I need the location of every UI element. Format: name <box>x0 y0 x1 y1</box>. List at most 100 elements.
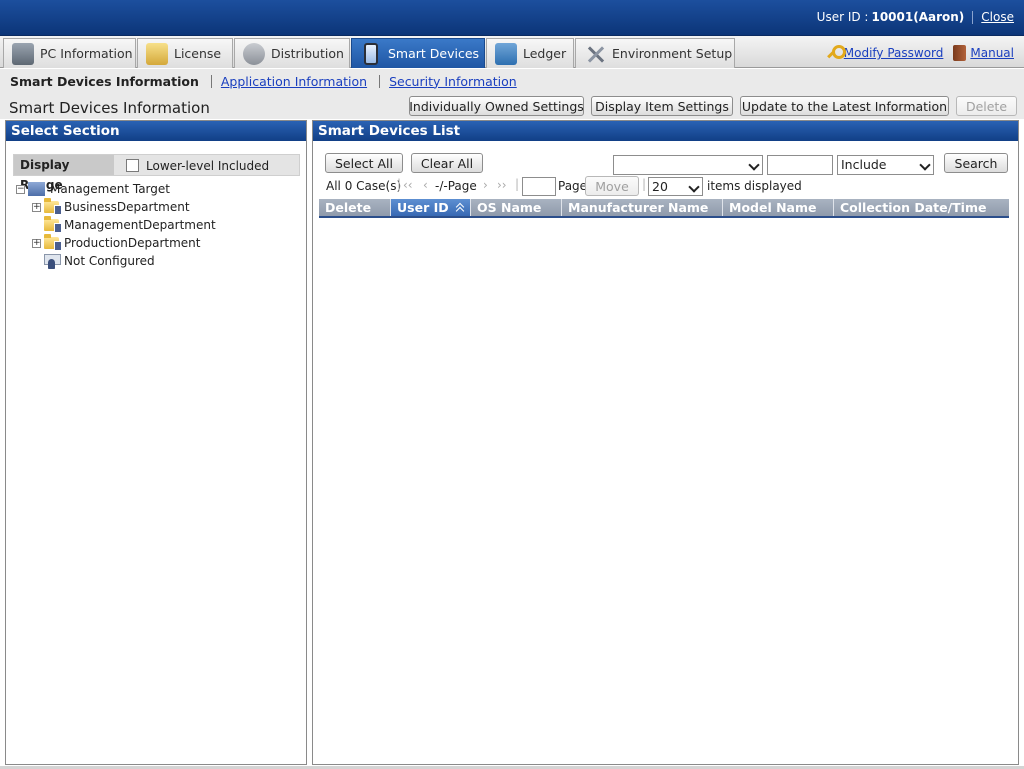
column-delete[interactable]: Delete <box>319 199 391 216</box>
user-id-label: User ID : <box>816 10 869 24</box>
select-section-title: Select Section <box>6 121 306 141</box>
first-page-icon[interactable]: ‹‹ <box>403 178 413 192</box>
tree-node-label: ProductionDepartment <box>64 236 201 250</box>
pager-divider: | <box>397 177 402 191</box>
page-number-input[interactable] <box>522 177 556 196</box>
folder-icon <box>44 234 62 251</box>
display-item-settings-button[interactable]: Display Item Settings <box>591 96 733 116</box>
tools-icon <box>584 43 606 65</box>
collapse-icon[interactable]: − <box>16 184 25 194</box>
distribution-icon <box>243 42 265 65</box>
chevron-down-icon <box>688 181 700 193</box>
lower-level-included-checkbox[interactable] <box>126 159 139 172</box>
column-user-id[interactable]: User ID <box>391 199 471 216</box>
move-button[interactable]: Move <box>585 176 639 196</box>
case-count: All 0 Case(s) <box>326 179 402 193</box>
prev-page-icon[interactable]: ‹ <box>423 178 428 192</box>
display-range-label: Display Range <box>14 155 114 192</box>
filter-mode-select[interactable]: Include <box>837 155 934 175</box>
user-id-value: 10001(Aaron) <box>871 10 965 24</box>
expand-icon[interactable]: + <box>32 238 41 248</box>
tab-label: Ledger <box>523 46 567 61</box>
filter-mode-value: Include <box>841 157 887 172</box>
next-page-icon[interactable]: › <box>483 178 488 192</box>
delete-button[interactable]: Delete <box>956 96 1017 116</box>
column-model-name[interactable]: Model Name <box>723 199 834 216</box>
tab-label: Smart Devices <box>388 46 480 61</box>
key-icon <box>825 45 846 61</box>
expand-icon[interactable]: + <box>32 202 41 212</box>
tree-node-label: ManagementDepartment <box>64 218 216 232</box>
smart-devices-list-title: Smart Devices List <box>313 121 1018 141</box>
sub-navigation: Smart Devices Information Application In… <box>0 69 1024 93</box>
subnav-divider <box>210 74 212 88</box>
user-info: User ID : 10001(Aaron) Close <box>817 10 1014 24</box>
pc-icon <box>12 42 34 65</box>
pager-divider: | <box>642 177 647 191</box>
tab-distribution[interactable]: Distribution <box>234 38 350 68</box>
tree-node-not-configured[interactable]: Not Configured <box>44 253 155 269</box>
search-button[interactable]: Search <box>944 153 1008 173</box>
ledger-icon <box>495 42 517 65</box>
individually-owned-settings-button[interactable]: Individually Owned Settings <box>409 96 584 116</box>
column-label: User ID <box>397 200 449 215</box>
tab-environment-setup[interactable]: Environment Setup <box>575 38 735 68</box>
page-indicator: -/-Page <box>435 179 477 193</box>
filter-text-input[interactable] <box>767 155 833 175</box>
tree-node-production-department[interactable]: + ProductionDepartment <box>32 234 201 251</box>
page-label: Page <box>558 179 588 193</box>
folder-icon <box>44 198 62 215</box>
sort-ascending-icon <box>456 202 464 213</box>
tab-label: Distribution <box>271 46 344 61</box>
subnav-divider <box>379 74 381 88</box>
table-header: Delete User ID OS Name Manufacturer Name… <box>319 199 1009 218</box>
top-right-links: Modify Password Manual <box>825 45 1014 61</box>
column-collection-date-time[interactable]: Collection Date/Time <box>834 199 1009 216</box>
tab-license[interactable]: License <box>137 38 233 68</box>
close-link[interactable]: Close <box>981 10 1014 24</box>
items-per-page-select[interactable]: 20 <box>648 177 703 196</box>
column-manufacturer-name[interactable]: Manufacturer Name <box>562 199 723 216</box>
manual-book-icon <box>953 45 967 61</box>
lower-level-included-label: Lower-level Included <box>146 159 270 173</box>
update-latest-information-button[interactable]: Update to the Latest Information <box>740 96 949 116</box>
items-displayed-label: items displayed <box>707 179 802 193</box>
smart-devices-list-panel: Smart Devices List Select All Clear All … <box>312 120 1019 765</box>
tree-node-label: Management Target <box>50 182 170 196</box>
subnav-current: Smart Devices Information <box>10 73 199 89</box>
filter-field-select[interactable] <box>613 155 763 175</box>
clear-all-button[interactable]: Clear All <box>411 153 483 173</box>
page-title: Smart Devices Information <box>9 99 210 117</box>
user-icon <box>44 253 61 269</box>
select-section-panel: Select Section Display Range Lower-level… <box>5 120 307 765</box>
license-icon <box>146 42 168 65</box>
chevron-down-icon <box>919 159 931 171</box>
manual-link[interactable]: Manual <box>970 46 1014 60</box>
header-divider <box>972 10 974 24</box>
subnav-application-information[interactable]: Application Information <box>221 74 367 89</box>
tab-label: Environment Setup <box>612 46 733 61</box>
modify-password-link[interactable]: Modify Password <box>844 46 944 60</box>
tree-node-label: BusinessDepartment <box>64 200 190 214</box>
top-header-bar: User ID : 10001(Aaron) Close <box>0 0 1024 36</box>
tree-node-label: Not Configured <box>64 254 155 268</box>
chevron-down-icon <box>748 159 760 171</box>
tree-node-management-department[interactable]: ManagementDepartment <box>44 216 216 233</box>
tree-node-business-department[interactable]: + BusinessDepartment <box>32 198 190 215</box>
pager-divider: | <box>515 177 520 191</box>
display-range-bar: Display Range Lower-level Included <box>13 154 300 192</box>
last-page-icon[interactable]: ›› <box>497 178 507 192</box>
building-icon <box>28 182 45 196</box>
page-title-row: Smart Devices Information Individually O… <box>0 93 1024 119</box>
items-per-page-value: 20 <box>652 179 668 194</box>
select-all-button[interactable]: Select All <box>325 153 403 173</box>
tree-node-management-target[interactable]: − Management Target <box>16 181 170 197</box>
column-os-name[interactable]: OS Name <box>471 199 562 216</box>
smart-device-icon <box>364 42 378 65</box>
tab-smart-devices[interactable]: Smart Devices <box>351 38 485 68</box>
tab-label: License <box>174 46 222 61</box>
tab-ledger[interactable]: Ledger <box>486 38 574 68</box>
subnav-security-information[interactable]: Security Information <box>389 74 517 89</box>
tab-label: PC Information <box>40 46 133 61</box>
tab-pc-information[interactable]: PC Information <box>3 38 136 68</box>
